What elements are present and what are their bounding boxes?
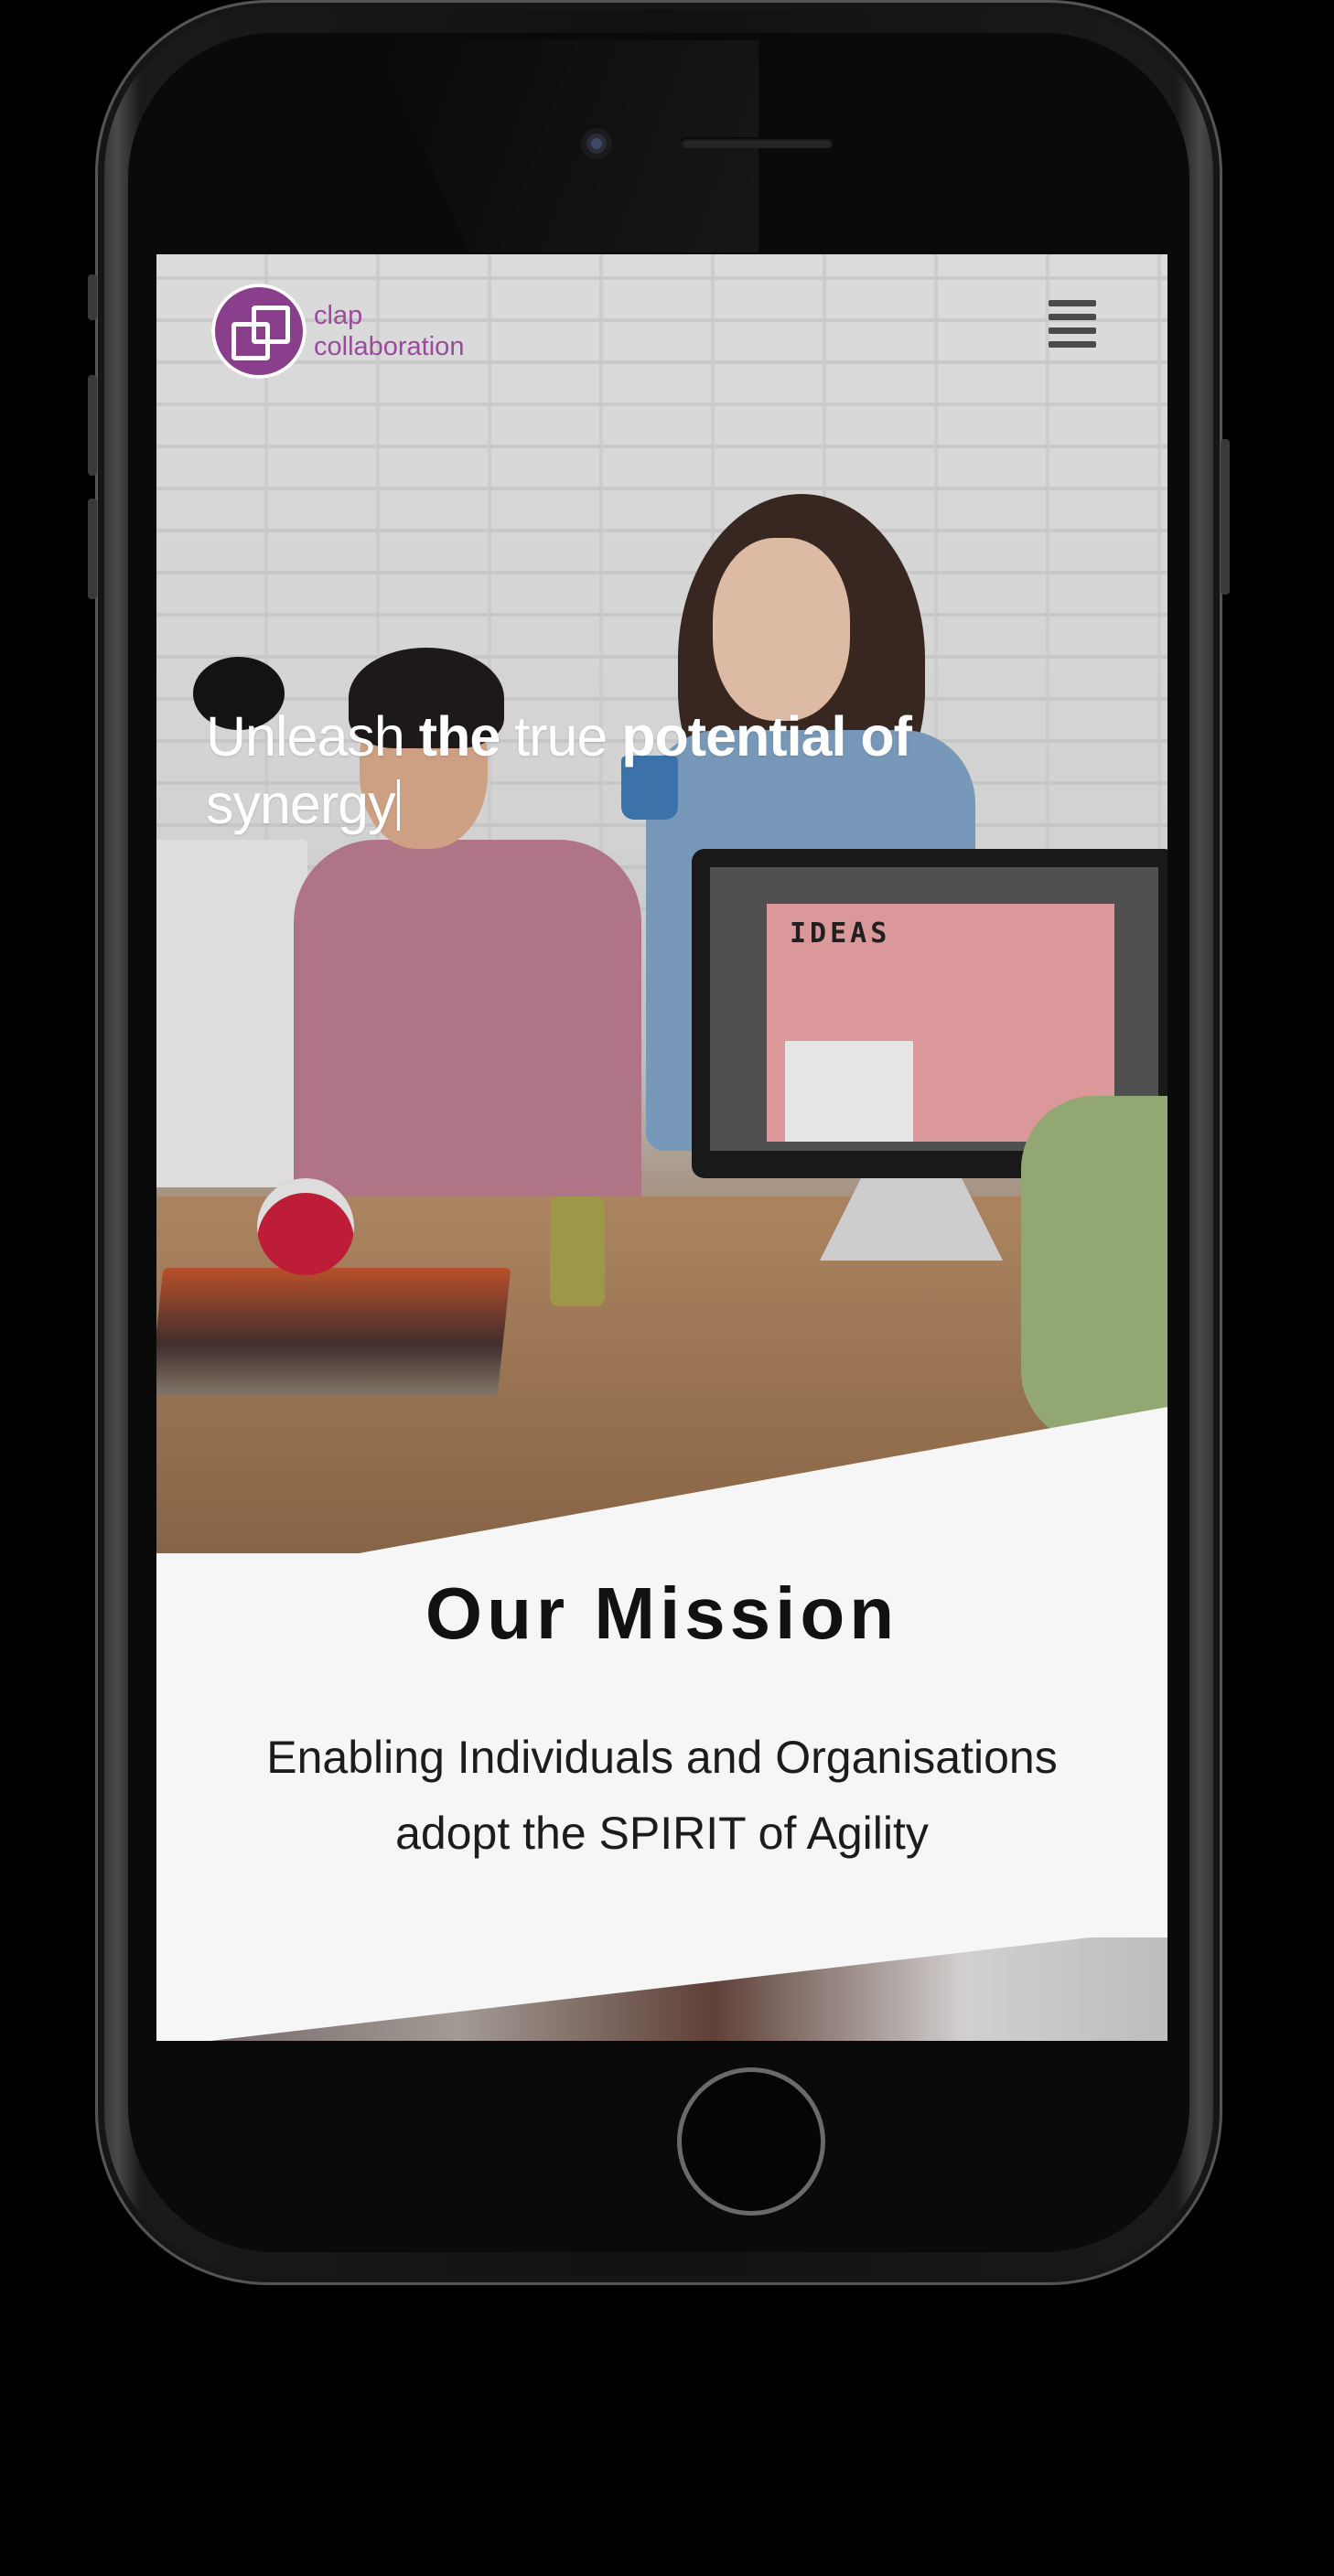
hamburger-menu-icon[interactable]	[1049, 300, 1096, 348]
mission-line1: Enabling Individuals and Organisations	[266, 1732, 1058, 1783]
volume-down-button	[88, 499, 97, 599]
power-button	[1221, 439, 1230, 595]
typing-cursor	[396, 779, 400, 831]
brand-logo[interactable]: clap collaboration	[211, 284, 464, 379]
hero-overlay	[156, 254, 1167, 1553]
headline-word-bold: potential of	[621, 705, 912, 767]
front-camera-icon	[581, 128, 612, 159]
mute-switch	[88, 274, 97, 320]
phone-screen: IDEAS clap collaboration Unleash the tru…	[156, 254, 1167, 2041]
hero-headline: Unleash the true potential of synergy	[206, 703, 1029, 838]
earpiece-speaker	[681, 137, 833, 148]
mission-line2: adopt the SPIRIT of Agility	[395, 1808, 929, 1859]
headline-word-bold: the	[418, 705, 500, 767]
logo-text: clap collaboration	[314, 300, 464, 362]
headline-word: synergy	[206, 773, 396, 835]
mission-section: Our Mission Enabling Individuals and Org…	[156, 1572, 1167, 1872]
logo-line1: clap	[314, 301, 363, 330]
logo-line2: collaboration	[314, 332, 465, 361]
headline-word: Unleash	[206, 705, 419, 767]
headline-word: true	[500, 705, 622, 767]
hero-image: IDEAS clap collaboration Unleash the tru…	[156, 254, 1167, 1553]
logo-icon	[211, 284, 307, 379]
home-button[interactable]	[677, 2067, 825, 2216]
mission-text: Enabling Individuals and Organisations a…	[214, 1720, 1111, 1872]
volume-up-button	[88, 375, 97, 476]
mission-title: Our Mission	[425, 1572, 899, 1654]
